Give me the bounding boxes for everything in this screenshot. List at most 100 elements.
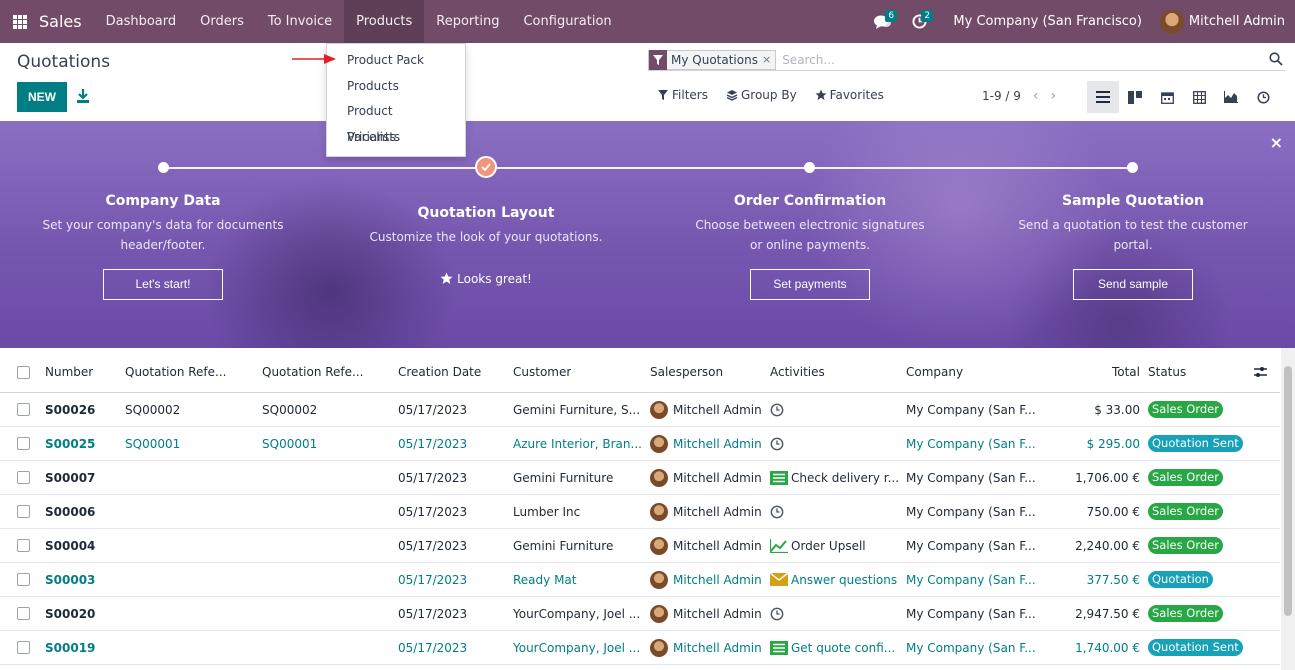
cell-activities[interactable] [770, 393, 900, 426]
apps-grid-icon[interactable] [13, 14, 27, 29]
set-payments-button[interactable]: Set payments [750, 269, 870, 300]
nav-to-invoice[interactable]: To Invoice [256, 0, 344, 43]
cell-activities[interactable] [770, 495, 900, 528]
cell-status: Sales Order [1148, 393, 1223, 426]
row-checkbox[interactable] [17, 539, 30, 552]
column-header-company[interactable]: Company [906, 352, 963, 392]
send-sample-button[interactable]: Send sample [1073, 269, 1193, 300]
envelope-icon[interactable] [770, 573, 788, 586]
row-checkbox[interactable] [17, 607, 30, 620]
cell-activities[interactable]: Get quote confi... [770, 631, 900, 664]
pager-next-button[interactable]: › [1051, 88, 1057, 104]
column-header-creation-date[interactable]: Creation Date [398, 352, 481, 392]
table-row[interactable]: S00004 05/17/2023 Gemini Furniture Mitchell… [0, 529, 1280, 563]
cell-salesperson: Mitchell Admin [650, 597, 766, 630]
scrollbar-thumb[interactable] [1284, 366, 1292, 616]
pager-value[interactable]: 1-9 / 9 [982, 89, 1021, 103]
nav-configuration[interactable]: Configuration [511, 0, 623, 43]
user-menu[interactable]: Mitchell Admin [1189, 14, 1285, 29]
kanban-view-button[interactable] [1119, 81, 1151, 113]
activity-summary: Check delivery r... [791, 470, 900, 485]
column-header-total[interactable]: Total [1040, 352, 1140, 392]
red-arrow-icon [292, 54, 336, 64]
table-row[interactable]: S00026 SQ00002 SQ00002 05/17/2023 Gemini Fur… [0, 393, 1280, 427]
table-row[interactable]: S00020 05/17/2023 YourCompany, Joel ... Mit… [0, 597, 1280, 631]
pivot-view-button[interactable] [1183, 81, 1215, 113]
nav-orders[interactable]: Orders [188, 0, 256, 43]
salesperson-avatar [650, 502, 668, 521]
clock-icon[interactable] [770, 403, 784, 417]
column-header-number[interactable]: Number [45, 352, 93, 392]
cell-status: Sales Order [1148, 495, 1223, 528]
column-header-activities[interactable]: Activities [770, 352, 825, 392]
user-avatar[interactable] [1159, 9, 1184, 34]
row-checkbox[interactable] [17, 437, 30, 450]
filters-button[interactable]: Filters [658, 88, 708, 102]
nav-reporting[interactable]: Reporting [424, 0, 511, 43]
close-icon[interactable]: × [1270, 133, 1283, 152]
cell-company: My Company (San F... [906, 606, 1036, 621]
company-switcher[interactable]: My Company (San Francisco) [953, 14, 1141, 29]
row-checkbox[interactable] [17, 505, 30, 518]
cell-activities[interactable] [770, 427, 900, 460]
list-icon[interactable] [770, 470, 788, 485]
nav-dashboard[interactable]: Dashboard [94, 0, 189, 43]
status-badge: Sales Order [1148, 605, 1223, 622]
row-checkbox[interactable] [17, 403, 30, 416]
chat-button[interactable]: 6 [865, 0, 901, 43]
new-button[interactable]: NEW [17, 82, 67, 112]
menu-item-product-variants[interactable]: Product Variants [327, 99, 465, 144]
step-desc-line1: Send a quotation to test the customer [1018, 218, 1248, 232]
optional-columns-toggle[interactable] [1254, 352, 1267, 392]
table-row[interactable]: S00019 05/17/2023 YourCompany, Joel ... Mit… [0, 631, 1280, 665]
star-icon [815, 89, 827, 100]
cell-activities[interactable]: Check delivery r... [770, 461, 900, 494]
menu-item-product-pack[interactable]: Product Pack [327, 48, 465, 74]
pager-prev-button[interactable]: ‹ [1033, 88, 1039, 104]
row-checkbox[interactable] [17, 641, 30, 654]
activity-button[interactable]: 2 [901, 0, 937, 43]
app-brand[interactable]: Sales [39, 12, 82, 31]
facet-remove-icon[interactable]: × [762, 53, 775, 66]
menu-item-products[interactable]: Products [327, 74, 465, 100]
cell-number: S00025 [45, 436, 96, 451]
search-input[interactable] [782, 52, 1253, 67]
search-icon[interactable] [1269, 52, 1283, 66]
activity-view-button[interactable] [1247, 81, 1279, 113]
calendar-view-button[interactable] [1151, 81, 1183, 113]
trend-icon[interactable] [770, 538, 788, 553]
table-row[interactable]: S00003 05/17/2023 Ready Mat Mitchell Admin A… [0, 563, 1280, 597]
table-row[interactable]: S00007 05/17/2023 Gemini Furniture Mitchell… [0, 461, 1280, 495]
select-all-checkbox[interactable] [17, 365, 30, 379]
table-row[interactable]: S00025 SQ00001 SQ00001 05/17/2023 Azure Inte… [0, 427, 1280, 461]
clock-icon[interactable] [770, 437, 784, 451]
lets-start-button[interactable]: Let's start! [103, 269, 223, 300]
menu-item-pricelists[interactable]: Pricelists [327, 125, 465, 151]
cell-total: 2,240.00 € [1075, 538, 1140, 553]
column-header-quotation-ref-2[interactable]: Quotation Refe... [262, 352, 363, 392]
vertical-scrollbar[interactable] [1281, 348, 1295, 670]
clock-icon[interactable] [770, 505, 784, 519]
graph-view-button[interactable] [1215, 81, 1247, 113]
row-checkbox[interactable] [17, 573, 30, 586]
column-header-status[interactable]: Status [1148, 352, 1186, 392]
table-row[interactable]: S00006 05/17/2023 Lumber Inc Mitchell Admin… [0, 495, 1280, 529]
list-view-button[interactable] [1087, 81, 1119, 113]
group-by-button[interactable]: Group By [726, 88, 797, 102]
clock-icon[interactable] [770, 607, 784, 621]
cell-activities[interactable]: Order Upsell [770, 529, 900, 562]
row-checkbox[interactable] [17, 471, 30, 484]
cell-creation-date: 05/17/2023 [398, 402, 468, 417]
column-header-quotation-ref-1[interactable]: Quotation Refe... [125, 352, 226, 392]
column-header-customer[interactable]: Customer [513, 352, 571, 392]
salesperson-name: Mitchell Admin [673, 402, 762, 417]
salesperson-avatar [650, 400, 668, 419]
cell-activities[interactable]: Answer questions [770, 563, 900, 596]
download-icon[interactable] [76, 88, 90, 104]
list-icon[interactable] [770, 640, 788, 655]
cell-activities[interactable] [770, 597, 900, 630]
favorites-button[interactable]: Favorites [815, 88, 884, 102]
column-header-salesperson[interactable]: Salesperson [650, 352, 723, 392]
step-description: Set your company's data for documents he… [33, 215, 293, 255]
nav-products[interactable]: Products [344, 0, 425, 43]
